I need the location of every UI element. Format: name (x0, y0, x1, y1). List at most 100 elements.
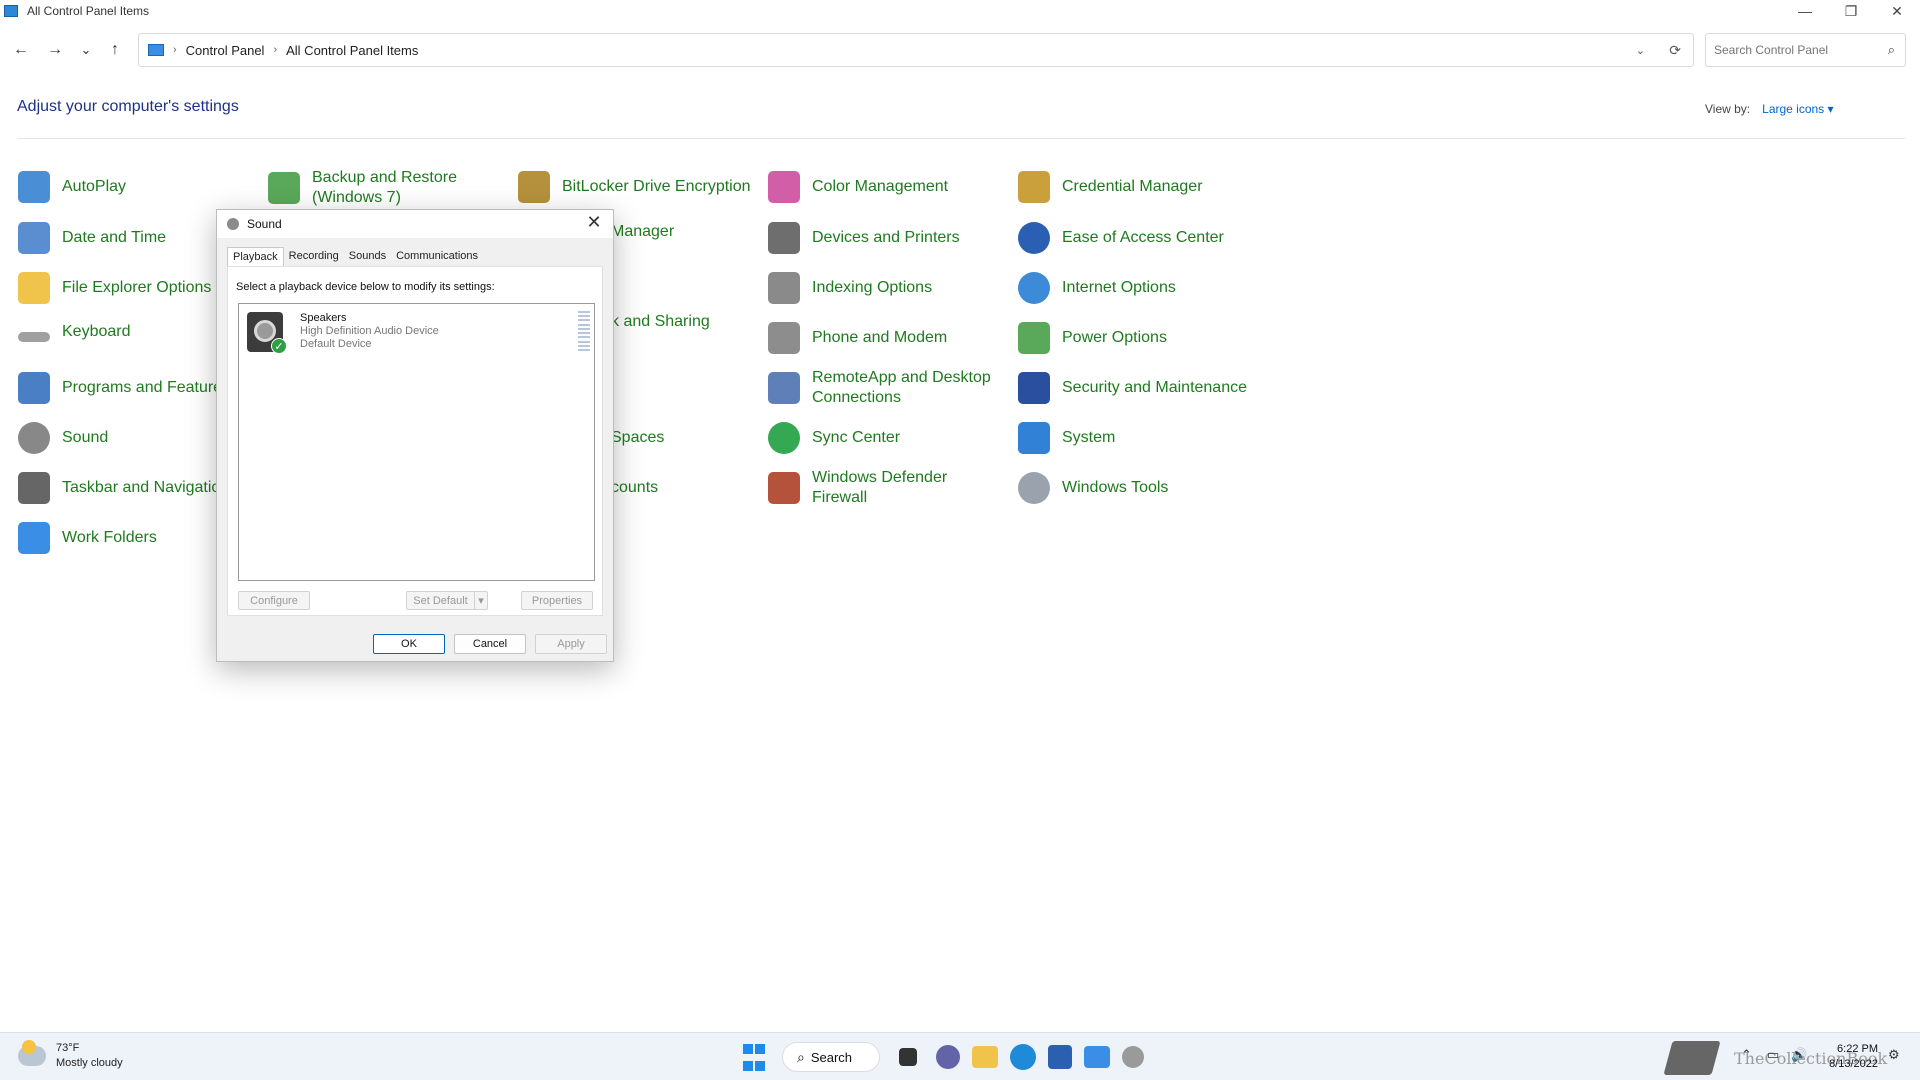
cp-item-security-maintenance[interactable]: Security and Maintenance (1018, 372, 1258, 404)
taskbar-search[interactable]: ⌕ Search (782, 1042, 880, 1072)
cp-item-color-management[interactable]: Color Management (768, 171, 1008, 203)
control-panel-taskbar-icon[interactable] (1084, 1046, 1110, 1068)
tab-recording[interactable]: Recording (284, 247, 344, 266)
cloud-icon (18, 1040, 46, 1066)
search-box[interactable]: ⌕ (1705, 33, 1906, 67)
search-icon: ⌕ (797, 1048, 805, 1065)
tab-sounds[interactable]: Sounds (344, 247, 391, 266)
weather-desc: Mostly cloudy (56, 1057, 123, 1069)
configure-button[interactable]: Configure (238, 591, 310, 610)
taskbar-search-label: Search (810, 1049, 853, 1065)
view-by-label: View by: (1705, 102, 1751, 116)
search-icon[interactable]: ⌕ (1888, 42, 1895, 58)
flag-icon (1018, 372, 1050, 404)
title-bar: All Control Panel Items — ❐ ✕ (0, 0, 1920, 22)
cp-item-system[interactable]: System (1018, 422, 1258, 454)
default-check-icon: ✓ (271, 338, 287, 354)
close-window-button[interactable]: ✕ (1874, 0, 1920, 22)
dialog-close-button[interactable]: ✕ (583, 212, 605, 233)
up-button[interactable]: ↑ (101, 36, 129, 64)
cancel-button[interactable]: Cancel (454, 634, 526, 654)
cp-item-phone-modem[interactable]: Phone and Modem (768, 322, 1008, 354)
taskbar: 73°F Mostly cloudy ⌕ Search TheCollection… (0, 1032, 1920, 1080)
remote-desktop-icon (768, 372, 800, 404)
vault-icon (1018, 171, 1050, 203)
cp-item-indexing-options[interactable]: Indexing Options (768, 272, 1008, 304)
clock[interactable]: 6:22 PM 8/13/2022 (1829, 1042, 1878, 1072)
cp-item-remoteapp[interactable]: RemoteApp and Desktop Connections (768, 368, 1008, 408)
network-icon[interactable]: ▭ (1767, 1047, 1779, 1063)
volume-icon[interactable]: 🔊 (1791, 1047, 1807, 1063)
cp-item-power-options[interactable]: Power Options (1018, 322, 1258, 354)
set-default-button[interactable]: Set Default (406, 591, 474, 610)
chat-icon[interactable] (936, 1045, 960, 1069)
dialog-title-bar: Sound ✕ (217, 210, 613, 238)
minimize-button[interactable]: — (1782, 0, 1828, 22)
refresh-icon[interactable]: ⟳ (1669, 42, 1681, 59)
breadcrumb-all-items[interactable]: All Control Panel Items (286, 43, 418, 58)
navigation-bar: ← → ⌄ ↑ › Control Panel › All Control Pa… (0, 28, 1920, 72)
forward-button[interactable]: → (41, 36, 69, 64)
color-management-icon (768, 171, 800, 203)
ok-button[interactable]: OK (373, 634, 445, 654)
cp-item-windows-defender-firewall[interactable]: Windows Defender Firewall (768, 468, 1008, 508)
control-panel-icon (4, 5, 18, 17)
printer-icon (768, 222, 800, 254)
weather-temp: 73°F (56, 1042, 80, 1054)
cp-item-windows-tools[interactable]: Windows Tools (1018, 472, 1258, 504)
device-status: Default Device (300, 338, 372, 350)
address-bar[interactable]: › Control Panel › All Control Panel Item… (138, 33, 1694, 67)
page-heading: Adjust your computer's settings (17, 98, 239, 115)
file-explorer-icon[interactable] (972, 1046, 998, 1068)
search-input[interactable] (1706, 43, 1871, 57)
breadcrumb-separator-icon: › (173, 44, 177, 56)
list-item[interactable]: ✓ Speakers High Definition Audio Device … (245, 310, 590, 356)
device-name: Speakers (300, 312, 347, 324)
cp-item-bitlocker[interactable]: BitLocker Drive Encryption (518, 171, 758, 203)
sound-dialog: Sound ✕ Playback Recording Sounds Commun… (216, 209, 614, 662)
device-info: Speakers High Definition Audio Device De… (300, 312, 439, 351)
recent-locations-button[interactable]: ⌄ (72, 36, 100, 64)
tab-communications[interactable]: Communications (391, 247, 483, 266)
store-icon[interactable] (1048, 1045, 1072, 1069)
dialog-title: Sound (247, 217, 282, 231)
speaker-cone-icon (254, 320, 276, 342)
folder-icon (18, 272, 50, 304)
cp-item-autoplay[interactable]: AutoPlay (18, 171, 258, 203)
address-dropdown-icon[interactable]: ⌄ (1636, 44, 1645, 57)
taskbar-icon (18, 472, 50, 504)
task-view-icon[interactable] (899, 1048, 917, 1066)
edge-icon[interactable] (1010, 1044, 1036, 1070)
sound-taskbar-icon[interactable] (1122, 1046, 1144, 1068)
weather-widget[interactable]: 73°F Mostly cloudy (18, 1040, 123, 1071)
cp-item-credential-manager[interactable]: Credential Manager (1018, 171, 1258, 203)
tab-playback[interactable]: Playback (227, 247, 284, 266)
apply-button[interactable]: Apply (535, 634, 607, 654)
view-by: View by: Large icons ▾ (1705, 102, 1834, 116)
cp-item-backup-restore[interactable]: Backup and Restore (Windows 7) (268, 168, 508, 208)
back-button[interactable]: ← (7, 36, 35, 64)
cp-item-internet-options[interactable]: Internet Options (1018, 272, 1258, 304)
cp-item-sync-center[interactable]: Sync Center (768, 422, 1008, 454)
battery-icon (1018, 322, 1050, 354)
windows-start-icon[interactable] (738, 1041, 770, 1073)
phone-icon (768, 322, 800, 354)
notification-icon[interactable]: ⚙ (1888, 1047, 1900, 1063)
set-default-dropdown-icon[interactable]: ▾ (474, 591, 488, 610)
cp-item-devices-printers[interactable]: Devices and Printers (768, 222, 1008, 254)
firewall-icon (768, 472, 800, 504)
device-list[interactable]: ✓ Speakers High Definition Audio Device … (238, 303, 595, 581)
divider (17, 138, 1905, 139)
properties-button[interactable]: Properties (521, 591, 593, 610)
monitor-icon (1018, 422, 1050, 454)
clock-time: 6:22 PM (1837, 1043, 1878, 1055)
cp-item-ease-of-access[interactable]: Ease of Access Center (1018, 222, 1258, 254)
restore-button[interactable]: ❐ (1828, 0, 1874, 22)
breadcrumb-control-panel[interactable]: Control Panel (186, 43, 265, 58)
globe-icon (1018, 272, 1050, 304)
dialog-tabs: Playback Recording Sounds Communications (227, 247, 483, 266)
show-hidden-icons-icon[interactable]: ⌃ (1741, 1047, 1752, 1063)
view-by-dropdown[interactable]: Large icons ▾ (1762, 102, 1833, 116)
window-controls: — ❐ ✕ (1782, 0, 1920, 22)
control-panel-icon (148, 44, 164, 56)
